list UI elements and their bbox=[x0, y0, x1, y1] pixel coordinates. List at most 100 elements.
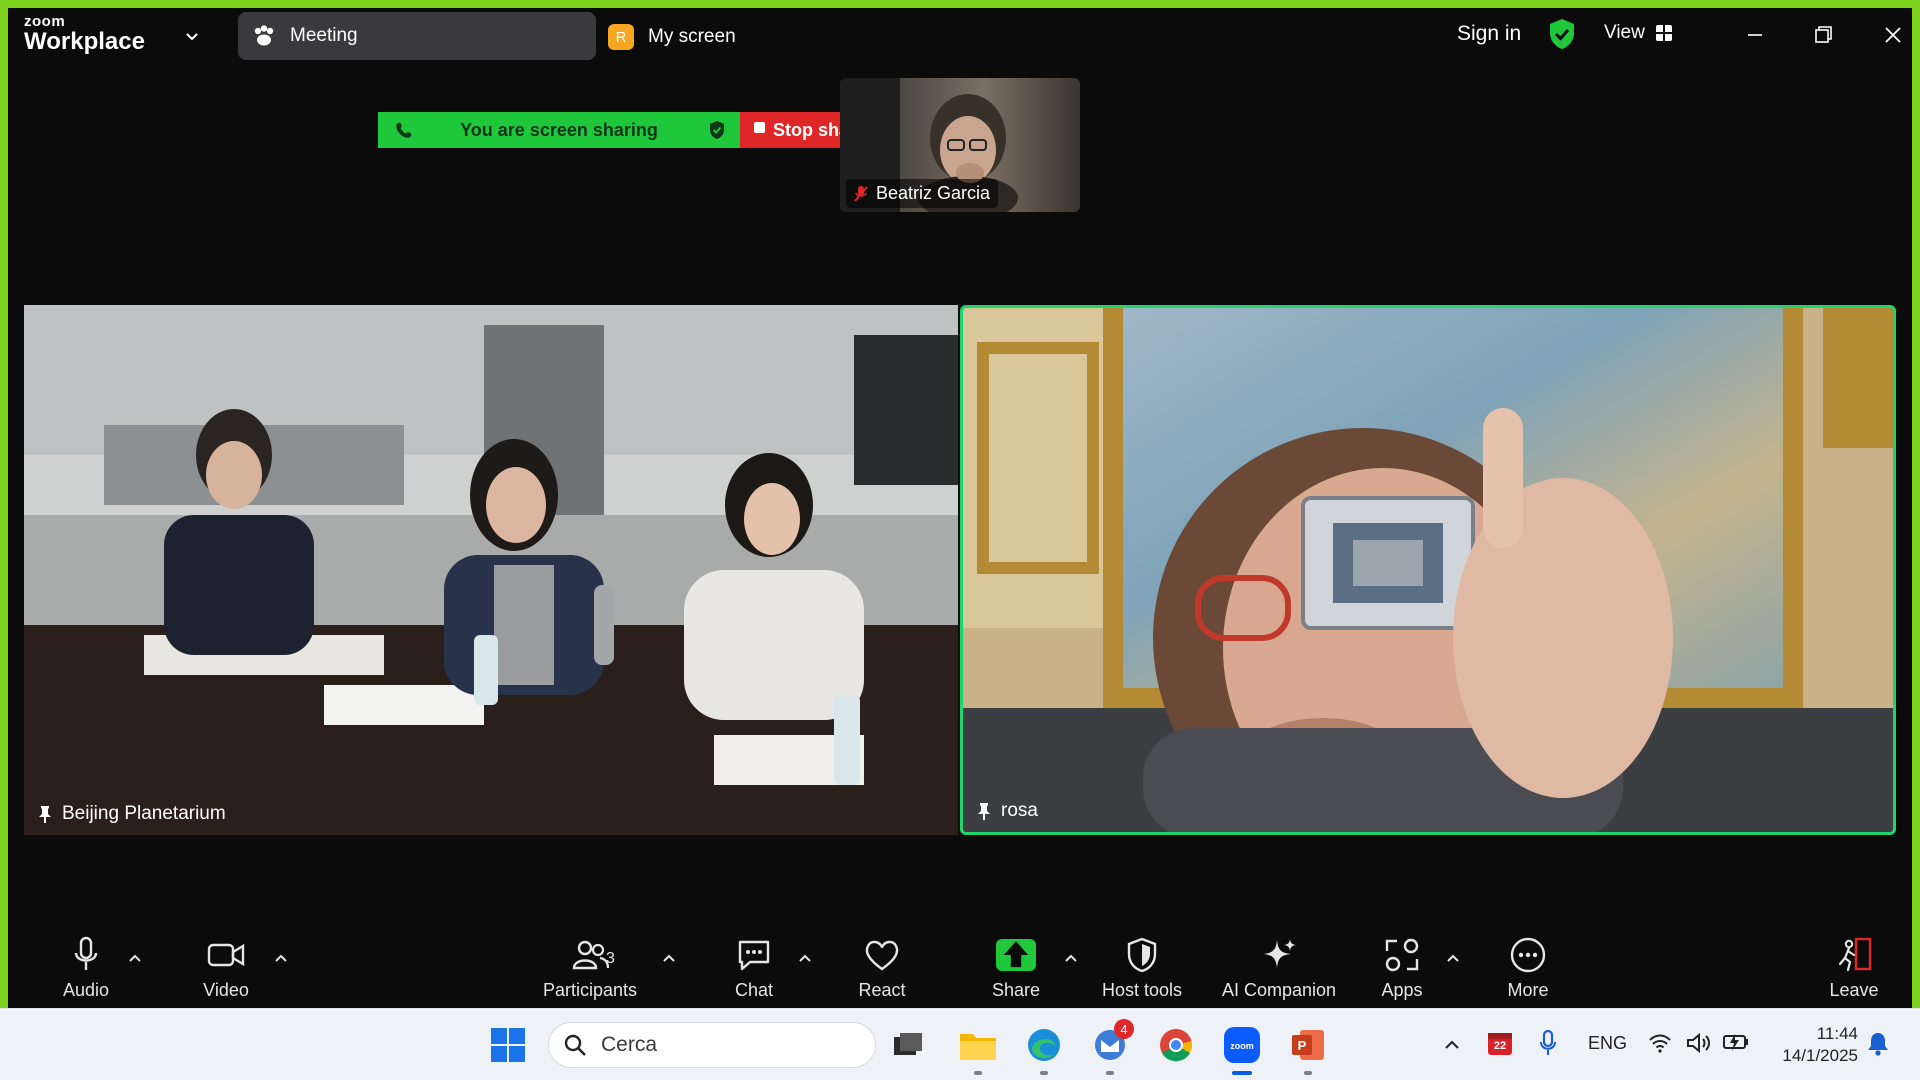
ai-companion-button[interactable]: AI Companion bbox=[1204, 936, 1354, 1001]
react-label: React bbox=[858, 980, 906, 1000]
search-placeholder: Cerca bbox=[601, 1033, 658, 1056]
video-tile-beijing-planetarium[interactable]: Beijing Planetarium bbox=[24, 305, 958, 835]
grid-view-icon bbox=[1655, 25, 1672, 41]
participants-count: 3 bbox=[606, 950, 615, 967]
react-button[interactable]: React bbox=[822, 936, 942, 1001]
apps-options-chevron-icon[interactable] bbox=[1444, 950, 1462, 968]
notification-bell-icon[interactable] bbox=[1866, 1031, 1890, 1057]
language-indicator[interactable]: ENG bbox=[1588, 1033, 1627, 1054]
right-tile-name-label: rosa bbox=[971, 796, 1044, 826]
running-indicator bbox=[974, 1071, 982, 1075]
volume-icon[interactable] bbox=[1686, 1031, 1712, 1055]
more-dots-icon bbox=[1510, 937, 1546, 973]
thumbnail-name-label: Beatriz Garcia bbox=[846, 179, 999, 208]
participants-button[interactable]: Participants bbox=[530, 936, 650, 1001]
chat-bubble-icon bbox=[738, 940, 770, 971]
battery-charging-icon[interactable] bbox=[1722, 1031, 1750, 1053]
taskbar-zoom[interactable]: zoom bbox=[1220, 1023, 1264, 1075]
video-button[interactable]: Video bbox=[166, 936, 286, 1001]
calendar-tray[interactable]: 22 bbox=[1486, 1029, 1514, 1057]
brand-small: zoom bbox=[24, 13, 66, 30]
apps-button[interactable]: Apps bbox=[1342, 936, 1462, 1001]
share-options-chevron-icon[interactable] bbox=[1062, 950, 1080, 968]
active-indicator bbox=[1232, 1071, 1252, 1075]
meeting-toolbar: Audio Video Participants 3 Chat React Sh bbox=[8, 920, 1912, 1016]
taskbar-search-input[interactable]: Cerca bbox=[548, 1022, 876, 1068]
view-label: View bbox=[1604, 22, 1645, 43]
chrome-browser-icon bbox=[1160, 1029, 1193, 1062]
left-tile-name-label: Beijing Planetarium bbox=[32, 799, 232, 829]
close-icon[interactable] bbox=[1878, 20, 1908, 50]
title-bar: zoom Workplace Meeting R My screen Sign … bbox=[8, 8, 1912, 68]
right-tile-participant-name: rosa bbox=[1001, 800, 1038, 821]
taskbar-mail[interactable]: 4 bbox=[1088, 1019, 1134, 1075]
host-tools-label: Host tools bbox=[1101, 980, 1183, 1000]
video-camera-icon bbox=[207, 943, 245, 967]
taskbar-task-view[interactable] bbox=[886, 1023, 930, 1067]
chat-options-chevron-icon[interactable] bbox=[796, 950, 814, 968]
svg-text:zoom: zoom bbox=[1230, 1041, 1254, 1051]
minimize-icon[interactable] bbox=[1740, 20, 1770, 50]
microphone-tray-icon[interactable] bbox=[1538, 1029, 1558, 1057]
apps-label: Apps bbox=[1381, 980, 1423, 1000]
participants-icon bbox=[572, 940, 610, 970]
audio-label: Audio bbox=[62, 980, 110, 1000]
chat-button[interactable]: Chat bbox=[694, 936, 814, 1001]
svg-text:P: P bbox=[1298, 1038, 1307, 1053]
wifi-icon[interactable] bbox=[1648, 1033, 1672, 1053]
screen-share-status[interactable]: You are screen sharing bbox=[378, 112, 740, 148]
participants-options-chevron-icon[interactable] bbox=[660, 950, 678, 968]
powerpoint-icon: P bbox=[1292, 1030, 1324, 1060]
mail-notification-badge: 4 bbox=[1114, 1019, 1134, 1039]
running-indicator bbox=[1106, 1071, 1114, 1075]
running-indicator bbox=[1304, 1071, 1312, 1075]
video-label: Video bbox=[203, 980, 249, 1000]
video-options-chevron-icon[interactable] bbox=[272, 950, 290, 968]
taskbar-file-explorer[interactable] bbox=[956, 1023, 1000, 1075]
search-icon bbox=[564, 1034, 586, 1056]
restore-icon[interactable] bbox=[1808, 20, 1838, 50]
show-hidden-icons-chevron-icon[interactable] bbox=[1442, 1035, 1462, 1055]
share-button[interactable]: Share bbox=[956, 936, 1076, 1001]
task-view-icon bbox=[894, 1033, 922, 1055]
host-tools-button[interactable]: Host tools bbox=[1082, 936, 1202, 1001]
clock-time: 11:44 bbox=[1816, 1024, 1858, 1043]
audio-options-chevron-icon[interactable] bbox=[126, 950, 144, 968]
muted-mic-icon bbox=[854, 185, 868, 202]
audio-button[interactable]: Audio bbox=[26, 936, 146, 1001]
windows-start-icon[interactable] bbox=[490, 1027, 526, 1063]
windows-taskbar: Cerca 4 zoom P 22 ENG 11:44 14/1/2025 bbox=[0, 1008, 1920, 1080]
zoom-logo: zoom Workplace bbox=[24, 14, 145, 54]
host-shield-icon bbox=[1127, 937, 1157, 973]
user-avatar-badge: R bbox=[608, 24, 634, 50]
microphone-icon bbox=[74, 936, 98, 970]
video-tile-rosa[interactable]: rosa bbox=[960, 305, 1896, 835]
pin-icon bbox=[39, 806, 51, 823]
pin-icon bbox=[978, 803, 990, 820]
running-indicator bbox=[1040, 1071, 1048, 1075]
sign-in-link[interactable]: Sign in bbox=[1457, 22, 1521, 46]
thumbnail-participant-name: Beatriz Garcia bbox=[876, 183, 991, 203]
apps-grid-icon bbox=[1385, 938, 1419, 972]
chevron-down-icon[interactable] bbox=[184, 28, 200, 44]
tab-meeting-label: Meeting bbox=[290, 25, 358, 46]
tab-meeting[interactable]: Meeting bbox=[238, 12, 596, 60]
leave-button[interactable]: Leave bbox=[1794, 936, 1914, 1001]
clock-date: 14/1/2025 bbox=[1782, 1046, 1858, 1065]
screen-share-message: You are screen sharing bbox=[460, 119, 658, 140]
encryption-shield-icon[interactable] bbox=[1548, 18, 1576, 50]
edge-browser-icon bbox=[1028, 1029, 1060, 1061]
calendar-day: 22 bbox=[1493, 1040, 1507, 1052]
sparkle-icon bbox=[1263, 939, 1296, 968]
more-button[interactable]: More bbox=[1468, 936, 1588, 1001]
taskbar-edge[interactable] bbox=[1022, 1023, 1066, 1075]
view-button[interactable]: View bbox=[1604, 22, 1673, 44]
taskbar-powerpoint[interactable]: P bbox=[1286, 1023, 1330, 1075]
taskbar-chrome[interactable] bbox=[1154, 1023, 1198, 1067]
ai-companion-label: AI Companion bbox=[1221, 980, 1337, 1000]
taskbar-clock[interactable]: 11:44 14/1/2025 bbox=[1762, 1023, 1858, 1067]
participant-thumbnail[interactable]: Beatriz Garcia bbox=[840, 78, 1080, 212]
tab-my-screen[interactable]: R My screen bbox=[608, 22, 736, 52]
video-feed-classroom bbox=[24, 305, 958, 835]
participants-label: Participants bbox=[542, 980, 638, 1000]
